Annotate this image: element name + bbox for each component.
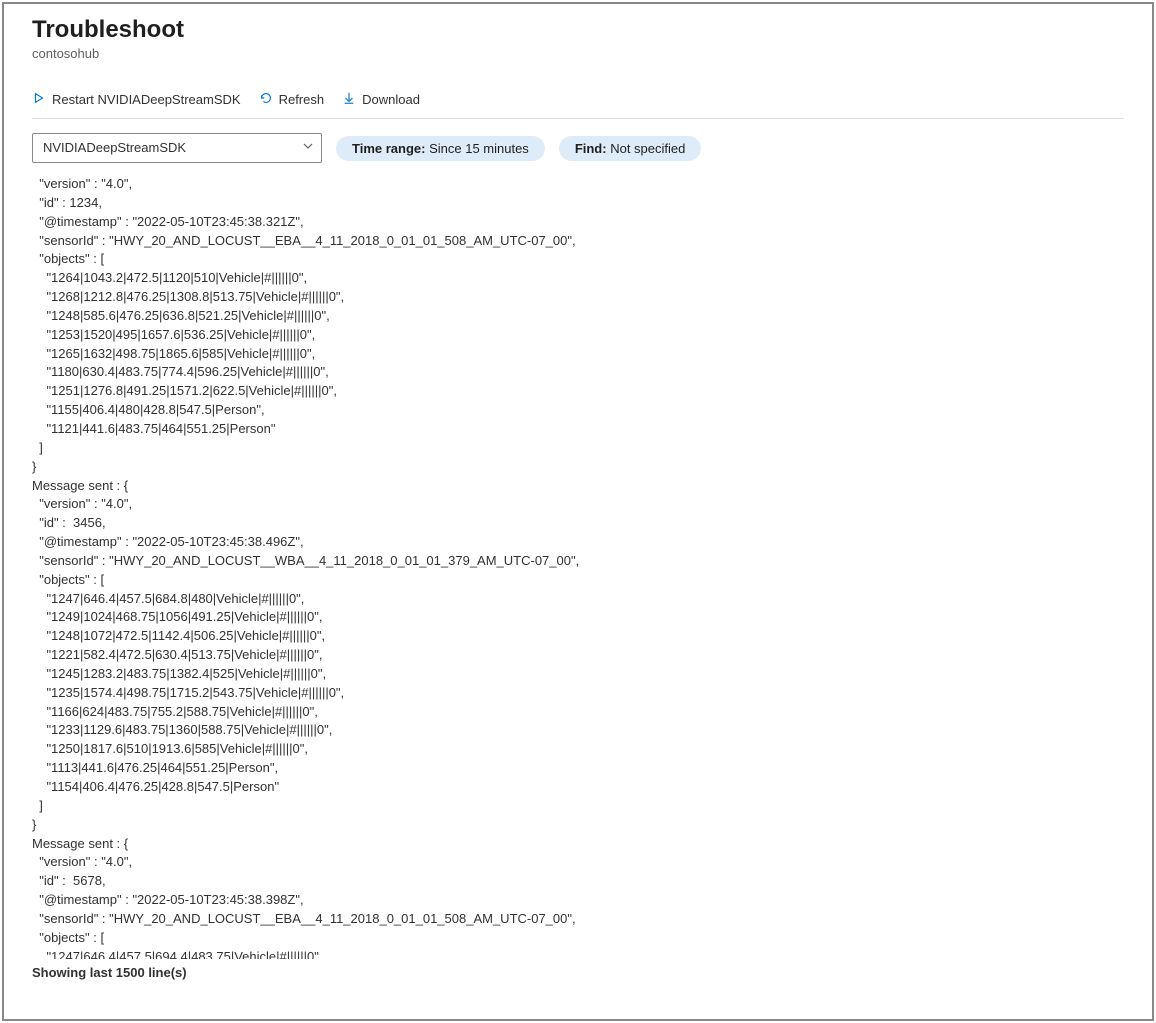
log-line: "id" : 1234, [32,194,1124,213]
log-line: "1253|1520|495|1657.6|536.25|Vehicle|#||… [32,326,1124,345]
page-header: Troubleshoot contosohub [32,16,1124,61]
log-line: "1250|1817.6|510|1913.6|585|Vehicle|#|||… [32,740,1124,759]
log-line: "1180|630.4|483.75|774.4|596.25|Vehicle|… [32,363,1124,382]
play-icon [32,91,46,108]
log-line: "version" : "4.0", [32,175,1124,194]
find-value: Not specified [610,141,685,156]
log-line: "objects" : [ [32,929,1124,948]
log-line: "sensorId" : "HWY_20_AND_LOCUST__EBA__4_… [32,910,1124,929]
time-range-label: Time range: [352,141,425,156]
log-line: "1113|441.6|476.25|464|551.25|Person", [32,759,1124,778]
status-line: Showing last 1500 line(s) [32,965,1124,980]
log-line: Message sent : { [32,477,1124,496]
log-line: "1251|1276.8|491.25|1571.2|622.5|Vehicle… [32,382,1124,401]
toolbar: Restart NVIDIADeepStreamSDK Refresh Down… [32,79,1124,119]
log-line: "1233|1129.6|483.75|1360|588.75|Vehicle|… [32,721,1124,740]
log-line: "1121|441.6|483.75|464|551.25|Person" [32,420,1124,439]
page-subtitle: contosohub [32,46,1124,61]
log-line: "1247|646.4|457.5|694.4|483.75|Vehicle|#… [32,948,1124,959]
log-line: } [32,458,1124,477]
find-pill[interactable]: Find: Not specified [559,136,702,161]
module-select-wrap: NVIDIADeepStreamSDK [32,133,322,163]
restart-label: Restart NVIDIADeepStreamSDK [52,92,241,107]
log-line: Message sent : { [32,835,1124,854]
log-line: "1268|1212.8|476.25|1308.8|513.75|Vehicl… [32,288,1124,307]
download-button[interactable]: Download [342,89,420,110]
log-output: "version" : "4.0", "id" : 1234, "@timest… [32,169,1124,959]
log-line: "id" : 5678, [32,872,1124,891]
time-range-value: Since 15 minutes [429,141,529,156]
log-line: "1155|406.4|480|428.8|547.5|Person", [32,401,1124,420]
log-line: "1247|646.4|457.5|684.8|480|Vehicle|#|||… [32,590,1124,609]
refresh-button[interactable]: Refresh [259,89,325,110]
log-line: "1265|1632|498.75|1865.6|585|Vehicle|#||… [32,345,1124,364]
log-line: "1245|1283.2|483.75|1382.4|525|Vehicle|#… [32,665,1124,684]
page-title: Troubleshoot [32,16,1124,44]
log-line: "version" : "4.0", [32,853,1124,872]
download-icon [342,91,356,108]
log-line: "1154|406.4|476.25|428.8|547.5|Person" [32,778,1124,797]
log-line: "1248|585.6|476.25|636.8|521.25|Vehicle|… [32,307,1124,326]
time-range-pill[interactable]: Time range: Since 15 minutes [336,136,545,161]
log-line: "@timestamp" : "2022-05-10T23:45:38.398Z… [32,891,1124,910]
log-line: "sensorId" : "HWY_20_AND_LOCUST__EBA__4_… [32,232,1124,251]
log-line: ] [32,439,1124,458]
refresh-label: Refresh [279,92,325,107]
restart-button[interactable]: Restart NVIDIADeepStreamSDK [32,89,241,110]
log-line: "1264|1043.2|472.5|1120|510|Vehicle|#|||… [32,269,1124,288]
log-line: "1221|582.4|472.5|630.4|513.75|Vehicle|#… [32,646,1124,665]
log-line: "@timestamp" : "2022-05-10T23:45:38.321Z… [32,213,1124,232]
log-line: "version" : "4.0", [32,495,1124,514]
log-line: "objects" : [ [32,250,1124,269]
log-line: "@timestamp" : "2022-05-10T23:45:38.496Z… [32,533,1124,552]
log-line: "1248|1072|472.5|1142.4|506.25|Vehicle|#… [32,627,1124,646]
download-label: Download [362,92,420,107]
refresh-icon [259,91,273,108]
log-line: "id" : 3456, [32,514,1124,533]
module-select[interactable]: NVIDIADeepStreamSDK [32,133,322,163]
log-line: "1235|1574.4|498.75|1715.2|543.75|Vehicl… [32,684,1124,703]
find-label: Find: [575,141,607,156]
log-line: ] [32,797,1124,816]
log-line: "objects" : [ [32,571,1124,590]
log-line: } [32,816,1124,835]
log-line: "1249|1024|468.75|1056|491.25|Vehicle|#|… [32,608,1124,627]
log-line: "1166|624|483.75|755.2|588.75|Vehicle|#|… [32,703,1124,722]
log-line: "sensorId" : "HWY_20_AND_LOCUST__WBA__4_… [32,552,1124,571]
filters-row: NVIDIADeepStreamSDK Time range: Since 15… [32,133,1124,163]
